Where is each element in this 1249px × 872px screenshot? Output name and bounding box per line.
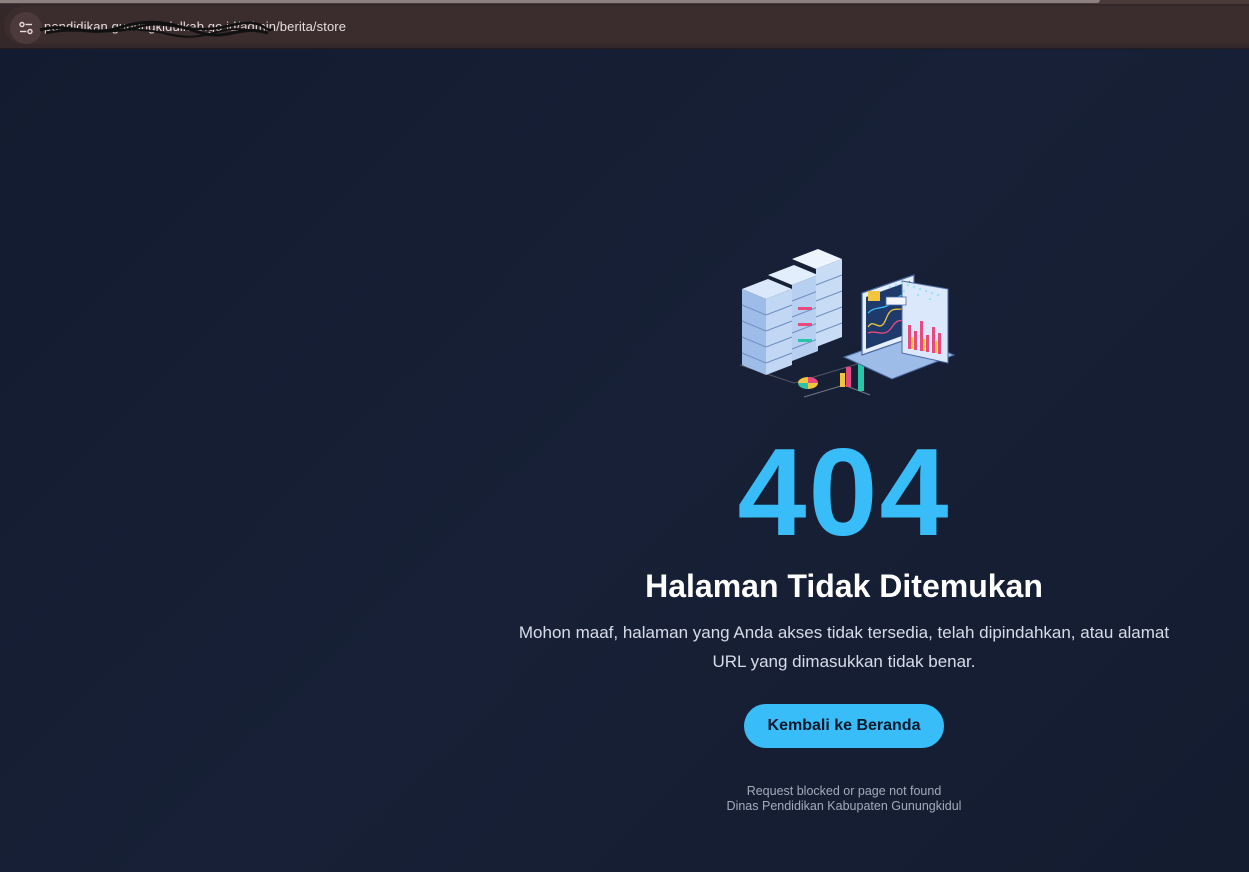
home-button[interactable]: Kembali ke Beranda bbox=[744, 704, 944, 748]
footer-status-text: Request blocked or page not found bbox=[746, 784, 942, 798]
active-tab-edge bbox=[0, 0, 1100, 3]
url-field[interactable]: pendidikan.gunungkidulkab.go.id/admin/be… bbox=[4, 6, 1249, 44]
server-analytics-illustration-icon bbox=[739, 249, 956, 398]
error-page bbox=[0, 49, 1249, 872]
url-text[interactable]: pendidikan.gunungkidulkab.go.id/admin/be… bbox=[44, 19, 346, 34]
footer-org-text: Dinas Pendidikan Kabupaten Gunungkidul bbox=[726, 799, 962, 813]
browser-address-bar: pendidikan.gunungkidulkab.go.id/admin/be… bbox=[0, 4, 1249, 49]
error-message: Mohon maaf, halaman yang Anda akses tida… bbox=[518, 623, 1170, 671]
footer: Request blocked or page not found Dinas … bbox=[644, 784, 1044, 814]
tune-icon[interactable] bbox=[10, 12, 42, 44]
error-code: 404 bbox=[737, 424, 951, 562]
page-title: Halaman Tidak Ditemukan bbox=[645, 568, 1043, 604]
